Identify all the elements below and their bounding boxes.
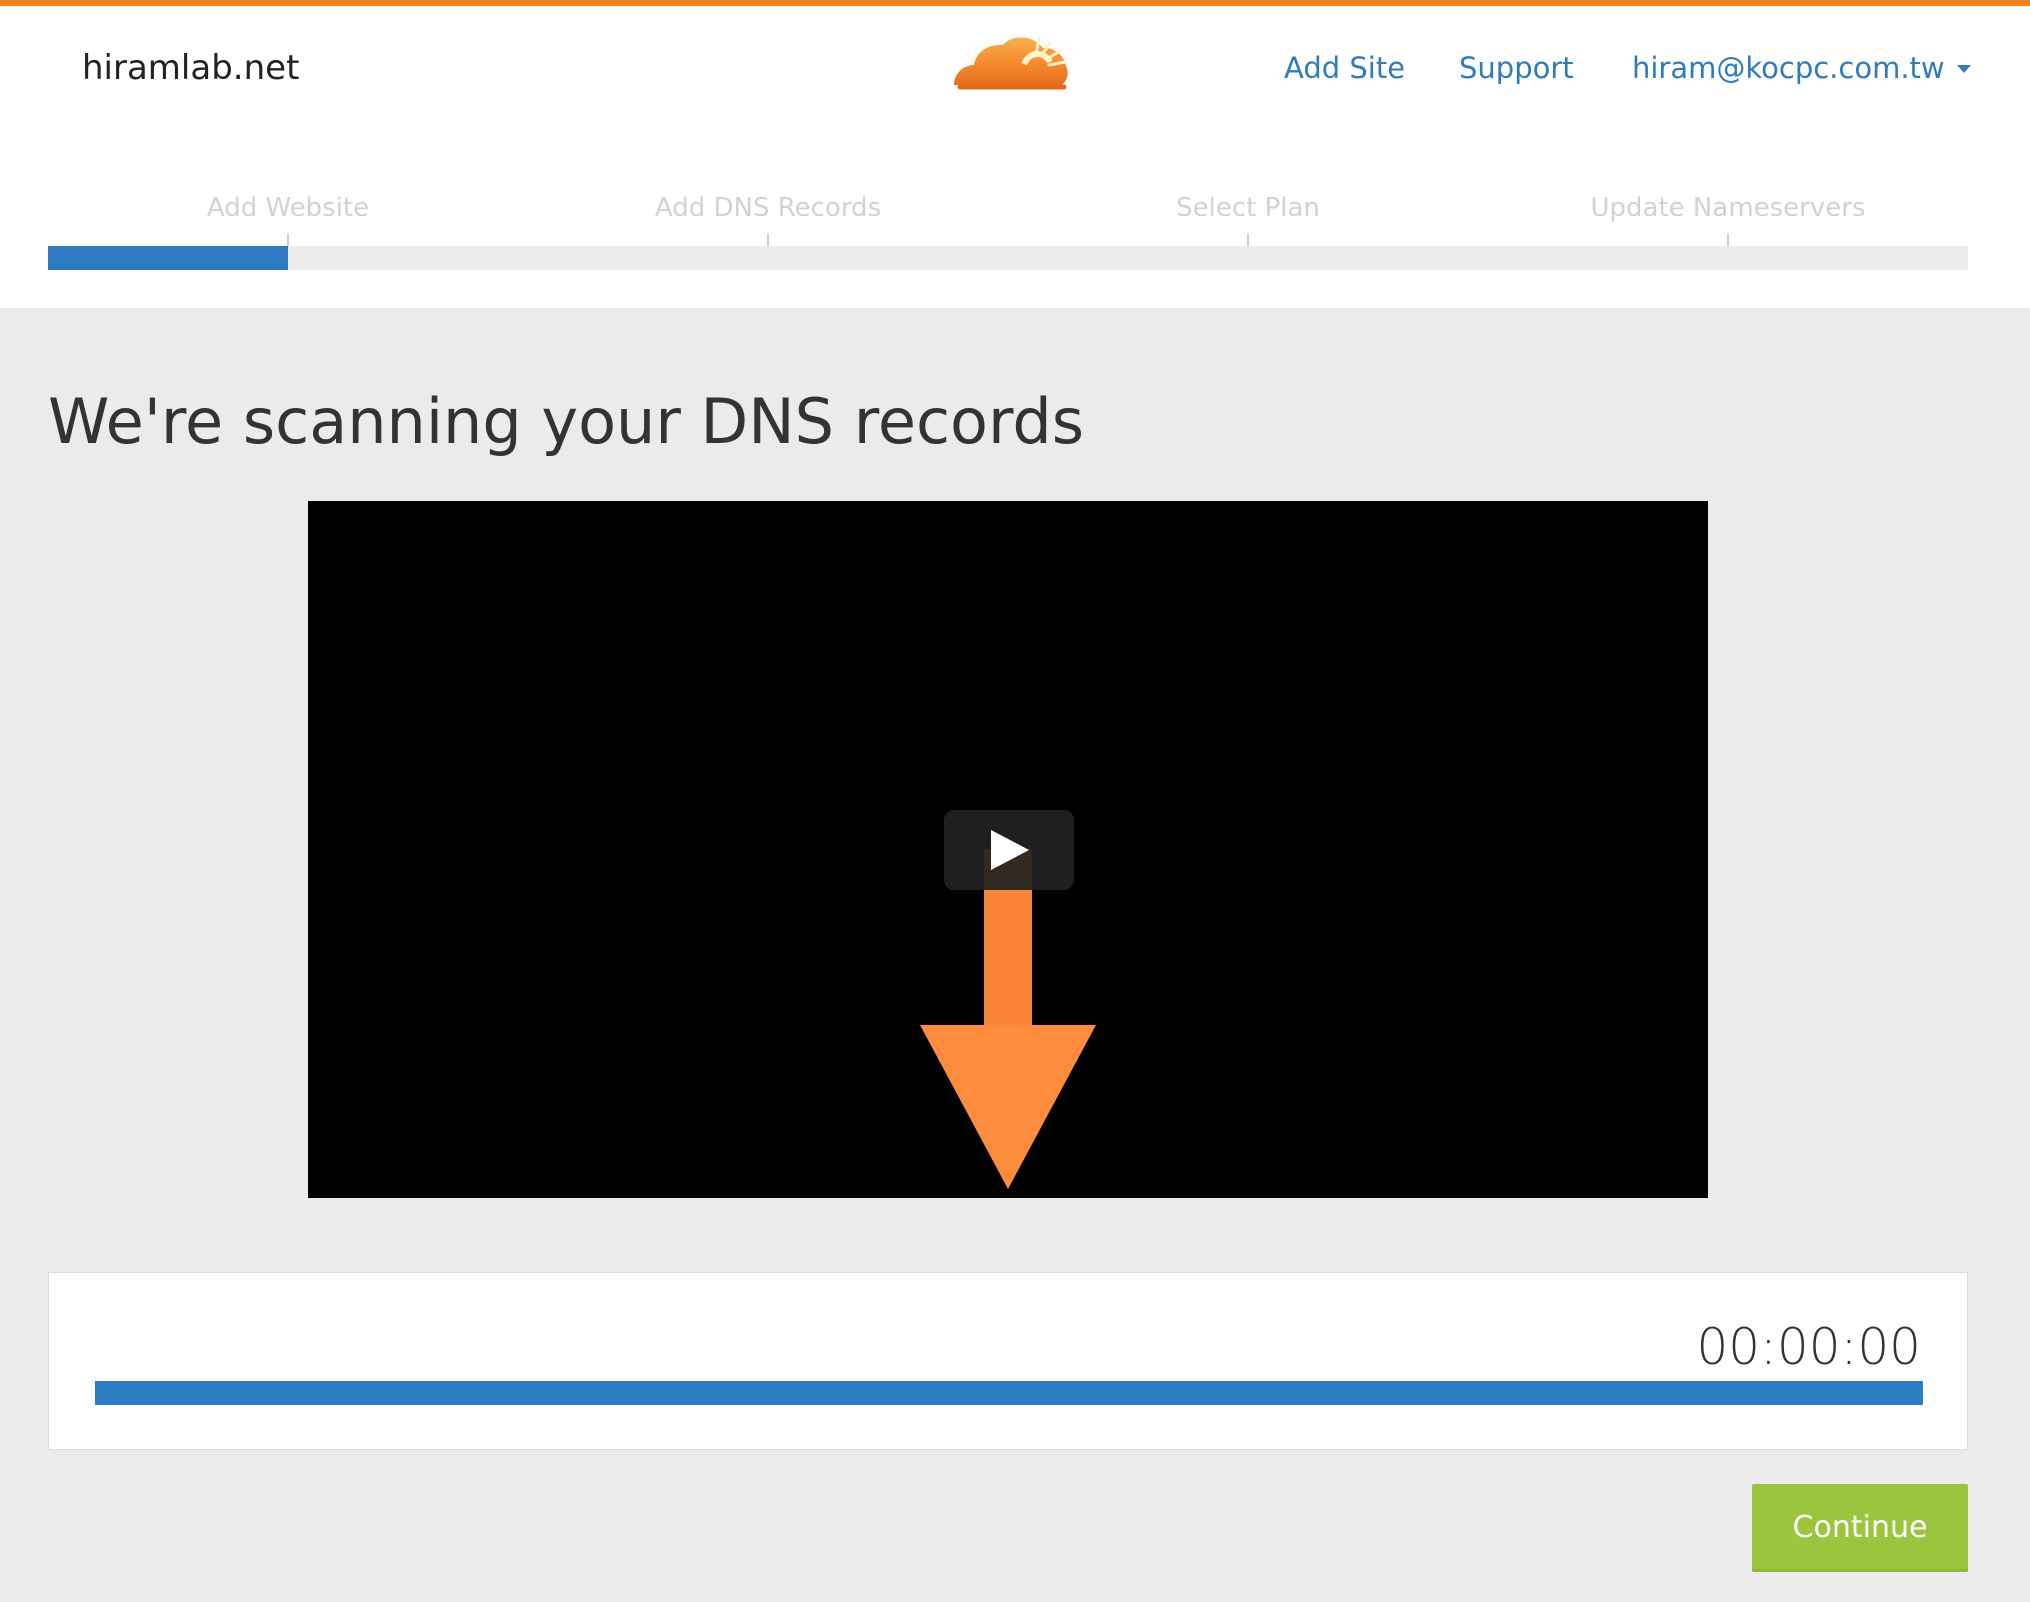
page-title: We're scanning your DNS records xyxy=(48,385,1085,458)
step-tick-2 xyxy=(767,234,769,246)
step-tick-1 xyxy=(287,234,289,246)
step-tick-4 xyxy=(1727,234,1729,246)
add-site-link[interactable]: Add Site xyxy=(1284,46,1405,90)
account-email: hiram@kocpc.com.tw xyxy=(1632,51,1945,85)
video-player[interactable] xyxy=(308,501,1708,1198)
step-add-dns-records-label: Add DNS Records xyxy=(654,193,882,223)
step-tick-3 xyxy=(1247,234,1249,246)
setup-progress-steps: Add Website Add DNS Records Select Plan … xyxy=(48,176,1968,272)
steps-progress-fill xyxy=(48,246,288,270)
account-menu[interactable]: hiram@kocpc.com.tw xyxy=(1632,46,1971,90)
scan-timer-panel: 00:00:00 xyxy=(48,1272,1968,1450)
steps-progress-track xyxy=(48,246,1968,270)
cloudflare-logo-icon xyxy=(946,30,1072,94)
arrow-down-icon xyxy=(920,849,1096,1189)
site-name: hiramlab.net xyxy=(82,48,300,88)
play-icon xyxy=(991,830,1029,870)
play-button[interactable] xyxy=(944,810,1074,890)
step-update-nameservers-label: Update Nameservers xyxy=(1590,193,1866,223)
step-add-website-label: Add Website xyxy=(206,193,370,223)
step-select-plan-label: Select Plan xyxy=(1176,193,1320,223)
chevron-down-icon xyxy=(1956,65,1971,73)
timer-value: 00:00:00 xyxy=(1696,1318,1921,1376)
timer-progress-bar xyxy=(95,1381,1923,1405)
dns-scan-page: hiramlab.net Add Site Support hiram@kocp xyxy=(0,0,2030,1602)
site-header: hiramlab.net Add Site Support hiram@kocp xyxy=(0,6,2030,308)
support-link[interactable]: Support xyxy=(1459,46,1574,90)
continue-button[interactable]: Continue xyxy=(1752,1484,1968,1572)
